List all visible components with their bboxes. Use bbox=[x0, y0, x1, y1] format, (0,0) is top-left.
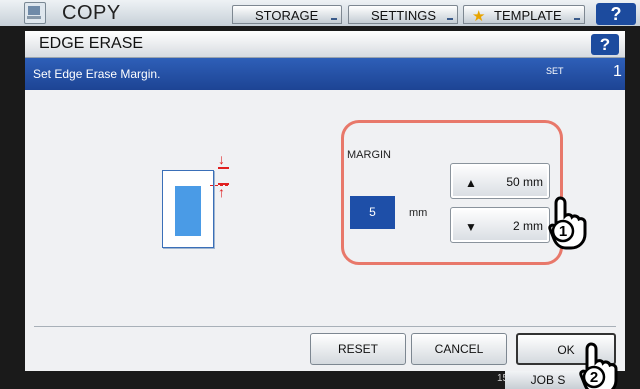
dialog-title: EDGE ERASE bbox=[39, 35, 144, 52]
set-label: SET bbox=[546, 66, 564, 76]
instruction-bar: Set Edge Erase Margin. SET 1 bbox=[25, 58, 625, 90]
arrow-up-icon: ↑ bbox=[218, 184, 225, 200]
margin-increase-button[interactable]: ▲ 50 mm bbox=[450, 163, 550, 199]
min-value-label: 2 mm bbox=[513, 219, 543, 233]
page-illustration bbox=[162, 170, 214, 248]
tab-settings-label: SETTINGS bbox=[371, 8, 437, 23]
margin-label: MARGIN bbox=[347, 149, 391, 161]
margin-unit: mm bbox=[409, 207, 428, 219]
help-button[interactable]: ? bbox=[591, 34, 619, 55]
separator bbox=[34, 326, 616, 327]
tab-storage-label: STORAGE bbox=[255, 8, 319, 23]
margin-decrease-button[interactable]: ▼ 2 mm bbox=[450, 207, 550, 243]
margin-value[interactable]: 5 bbox=[350, 196, 395, 229]
erase-area bbox=[175, 186, 201, 236]
star-icon: ★ bbox=[472, 8, 486, 25]
pointing-hand-icon: 2 bbox=[579, 342, 618, 389]
arrow-down-icon: ↓ bbox=[218, 151, 225, 167]
tab-template[interactable]: ★ TEMPLATE bbox=[463, 5, 585, 25]
tab-settings[interactable]: SETTINGS bbox=[348, 5, 458, 24]
tab-storage[interactable]: STORAGE bbox=[232, 5, 342, 24]
copy-icon bbox=[24, 2, 46, 24]
app-title: COPY bbox=[62, 2, 121, 24]
reset-button[interactable]: RESET bbox=[310, 333, 406, 365]
top-bar: COPY STORAGE SETTINGS ★ TEMPLATE ? bbox=[0, 0, 640, 26]
dialog-title-bar: EDGE ERASE ? bbox=[25, 31, 625, 58]
help-button-top[interactable]: ? bbox=[596, 3, 636, 25]
callout-2-label: 2 bbox=[590, 369, 598, 386]
margin-bar-top bbox=[218, 167, 229, 169]
callout-1-label: 1 bbox=[559, 223, 567, 240]
edge-erase-dialog: EDGE ERASE ? Set Edge Erase Margin. SET … bbox=[25, 31, 625, 371]
instruction-text: Set Edge Erase Margin. bbox=[33, 67, 161, 81]
triangle-up-icon: ▲ bbox=[465, 176, 477, 190]
pointing-hand-icon: 1 bbox=[548, 196, 587, 250]
tab-template-label: TEMPLATE bbox=[494, 8, 562, 23]
cancel-button[interactable]: CANCEL bbox=[411, 333, 507, 365]
set-number: 1 bbox=[613, 63, 622, 80]
triangle-down-icon: ▼ bbox=[465, 220, 477, 234]
max-value-label: 50 mm bbox=[506, 175, 543, 189]
